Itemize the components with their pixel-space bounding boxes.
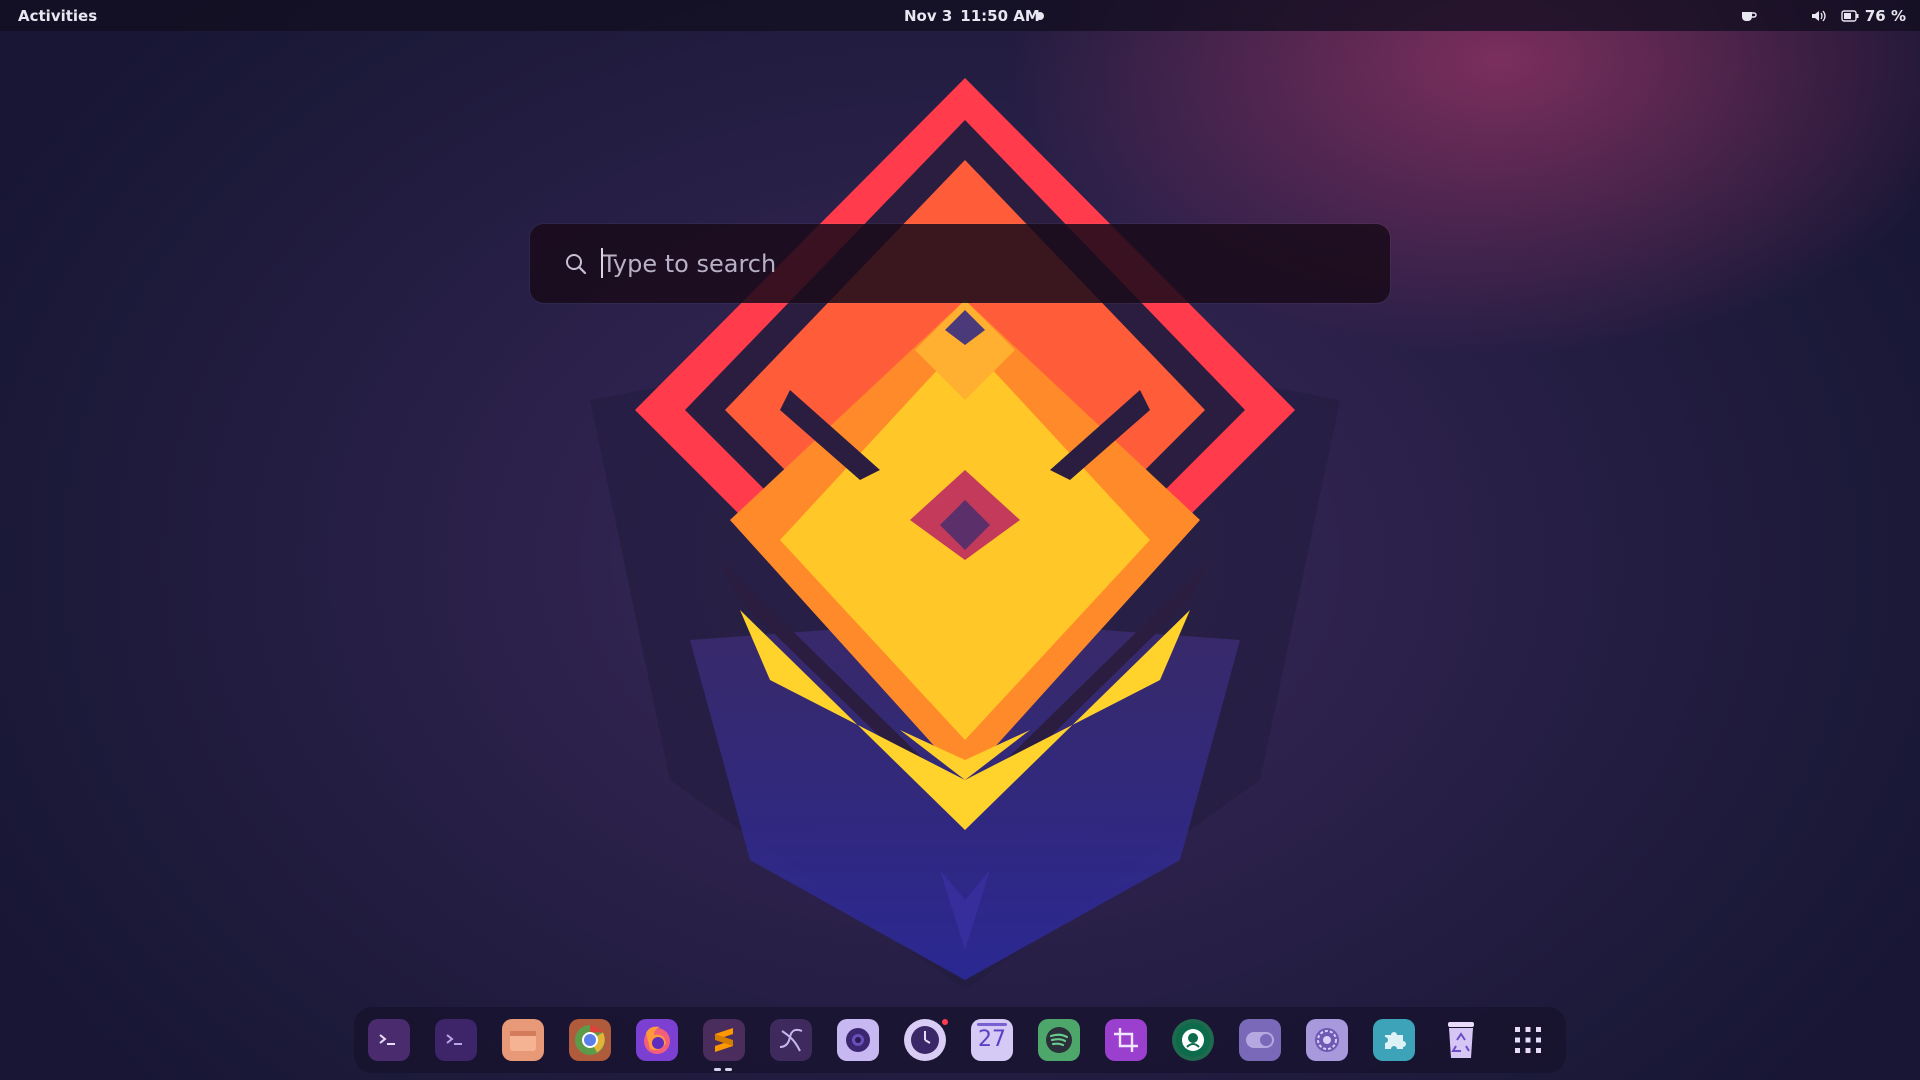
top-bar: Activities Nov 3 11:50 AM 76 % — [0, 0, 1920, 31]
dock-item-sublime-text[interactable] — [701, 1017, 747, 1063]
dock-item-extensions[interactable] — [1371, 1017, 1417, 1063]
dock-item-inkscape[interactable] — [768, 1017, 814, 1063]
dock-item-screenshot[interactable] — [835, 1017, 881, 1063]
app-grid-icon — [1507, 1019, 1549, 1061]
battery-percent: 76 % — [1864, 6, 1906, 25]
toggle-icon — [1239, 1019, 1281, 1061]
browser-icon — [569, 1019, 611, 1061]
search-icon — [564, 252, 588, 280]
crop-icon — [1105, 1019, 1147, 1061]
firefox-icon — [636, 1019, 678, 1061]
recycle-icon — [1440, 1019, 1482, 1061]
dock-item-chromium[interactable] — [567, 1017, 613, 1063]
wallpaper-art — [590, 78, 1340, 990]
battery-indicator[interactable]: 76 % — [1841, 7, 1906, 25]
dock-item-calendar[interactable]: 27 — [969, 1017, 1015, 1063]
date-label: Nov 3 — [904, 7, 953, 25]
dock-item-clock[interactable] — [902, 1017, 948, 1063]
dock-item-spotify[interactable] — [1036, 1017, 1082, 1063]
dock-item-terminal[interactable] — [366, 1017, 412, 1063]
camera-icon — [837, 1019, 879, 1061]
dock-item-firefox[interactable] — [634, 1017, 680, 1063]
folder-icon — [502, 1019, 544, 1061]
puzzle-icon — [1373, 1019, 1415, 1061]
text-cursor — [601, 248, 603, 278]
notification-dot-icon — [1036, 12, 1044, 20]
dock: 27 — [354, 1007, 1566, 1073]
running-indicator — [714, 1068, 732, 1071]
terminal-icon — [435, 1019, 477, 1061]
gear-icon — [1306, 1019, 1348, 1061]
dock-item-show-apps[interactable] — [1505, 1017, 1551, 1063]
dock-item-toggle-settings[interactable] — [1237, 1017, 1283, 1063]
system-tray[interactable]: 76 % — [1741, 0, 1906, 31]
dock-item-starbucks[interactable] — [1170, 1017, 1216, 1063]
volume-icon[interactable] — [1811, 9, 1827, 23]
time-label: 11:50 AM — [960, 7, 1040, 25]
search-input[interactable] — [600, 242, 1364, 286]
notification-badge-icon — [942, 1019, 948, 1025]
sublime-icon — [703, 1019, 745, 1061]
search-bar[interactable] — [530, 224, 1390, 303]
clock-icon — [904, 1019, 946, 1061]
battery-icon — [1841, 9, 1859, 22]
activities-button[interactable]: Activities — [18, 7, 97, 25]
calendar-icon: 27 — [971, 1019, 1013, 1061]
spotify-icon — [1038, 1019, 1080, 1061]
terminal-icon — [368, 1019, 410, 1061]
dock-item-system-settings[interactable] — [1304, 1017, 1350, 1063]
dock-item-trash[interactable] — [1438, 1017, 1484, 1063]
dock-item-terminal-alt[interactable] — [433, 1017, 479, 1063]
caffeine-icon[interactable] — [1741, 9, 1757, 23]
clock-button[interactable]: Nov 3 11:50 AM — [904, 7, 1040, 25]
dock-item-crop-tool[interactable] — [1103, 1017, 1149, 1063]
dock-item-files[interactable] — [500, 1017, 546, 1063]
siren-logo-icon — [1172, 1019, 1214, 1061]
pen-curve-icon — [770, 1019, 812, 1061]
calendar-day: 27 — [978, 1027, 1006, 1052]
